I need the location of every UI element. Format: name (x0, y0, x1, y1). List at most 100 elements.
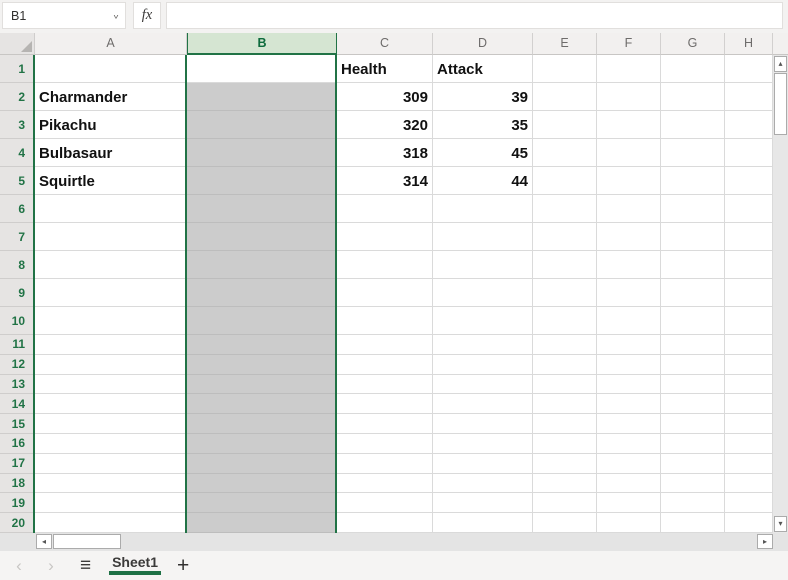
cell-D3[interactable]: 35 (433, 111, 533, 139)
cell-G5[interactable] (661, 167, 725, 195)
cell-C7[interactable] (337, 223, 433, 251)
row-header-15[interactable]: 15 (0, 414, 35, 434)
cell-A20[interactable] (35, 513, 187, 533)
cell-B6[interactable] (187, 195, 337, 223)
row-header-18[interactable]: 18 (0, 474, 35, 494)
cell-G17[interactable] (661, 454, 725, 474)
column-header-A[interactable]: A (35, 33, 187, 55)
cell-H2[interactable] (725, 83, 773, 111)
name-box[interactable]: B1 v (2, 2, 126, 29)
cell-F13[interactable] (597, 375, 661, 395)
row-header-3[interactable]: 3 (0, 111, 35, 139)
row-header-20[interactable]: 20 (0, 513, 35, 533)
cell-D7[interactable] (433, 223, 533, 251)
row-header-4[interactable]: 4 (0, 139, 35, 167)
cell-A3[interactable]: Pikachu (35, 111, 187, 139)
cell-E1[interactable] (533, 55, 597, 83)
cell-F19[interactable] (597, 493, 661, 513)
row-header-5[interactable]: 5 (0, 167, 35, 195)
cell-D4[interactable]: 45 (433, 139, 533, 167)
cell-E2[interactable] (533, 83, 597, 111)
sheet-list-menu-button[interactable]: ≡ (80, 556, 91, 575)
cell-A18[interactable] (35, 474, 187, 494)
cell-B3[interactable] (187, 111, 337, 139)
cell-B4[interactable] (187, 139, 337, 167)
cell-B5[interactable] (187, 167, 337, 195)
row-header-14[interactable]: 14 (0, 394, 35, 414)
cell-C13[interactable] (337, 375, 433, 395)
cell-F17[interactable] (597, 454, 661, 474)
cell-E12[interactable] (533, 355, 597, 375)
cell-H6[interactable] (725, 195, 773, 223)
cell-D14[interactable] (433, 394, 533, 414)
cell-E16[interactable] (533, 434, 597, 454)
cell-B17[interactable] (187, 454, 337, 474)
column-header-F[interactable]: F (597, 33, 661, 55)
cell-G19[interactable] (661, 493, 725, 513)
cell-A13[interactable] (35, 375, 187, 395)
cell-F10[interactable] (597, 307, 661, 335)
cell-H10[interactable] (725, 307, 773, 335)
cell-B8[interactable] (187, 251, 337, 279)
cell-E7[interactable] (533, 223, 597, 251)
cell-G15[interactable] (661, 414, 725, 434)
cell-C12[interactable] (337, 355, 433, 375)
cell-B2[interactable] (187, 83, 337, 111)
cell-H20[interactable] (725, 513, 773, 533)
cell-G2[interactable] (661, 83, 725, 111)
cell-B11[interactable] (187, 335, 337, 355)
cell-C19[interactable] (337, 493, 433, 513)
cell-C16[interactable] (337, 434, 433, 454)
cell-B1[interactable] (187, 55, 337, 83)
cell-G7[interactable] (661, 223, 725, 251)
insert-function-button[interactable]: fx (133, 2, 161, 29)
cell-C11[interactable] (337, 335, 433, 355)
cell-G10[interactable] (661, 307, 725, 335)
cell-D8[interactable] (433, 251, 533, 279)
cell-F18[interactable] (597, 474, 661, 494)
column-header-G[interactable]: G (661, 33, 725, 55)
cell-C1[interactable]: Health (337, 55, 433, 83)
formula-input[interactable] (166, 2, 783, 29)
cell-B18[interactable] (187, 474, 337, 494)
cell-G20[interactable] (661, 513, 725, 533)
vertical-scrollbar[interactable]: ▴ ▾ (773, 55, 788, 533)
cell-G9[interactable] (661, 279, 725, 307)
cell-B13[interactable] (187, 375, 337, 395)
cell-E13[interactable] (533, 375, 597, 395)
cell-D11[interactable] (433, 335, 533, 355)
cell-D19[interactable] (433, 493, 533, 513)
cell-D16[interactable] (433, 434, 533, 454)
cell-F14[interactable] (597, 394, 661, 414)
cell-F4[interactable] (597, 139, 661, 167)
cell-A16[interactable] (35, 434, 187, 454)
cell-A2[interactable]: Charmander (35, 83, 187, 111)
cell-H14[interactable] (725, 394, 773, 414)
cell-D17[interactable] (433, 454, 533, 474)
cell-D1[interactable]: Attack (433, 55, 533, 83)
cell-H15[interactable] (725, 414, 773, 434)
cell-F8[interactable] (597, 251, 661, 279)
cell-E5[interactable] (533, 167, 597, 195)
cell-H12[interactable] (725, 355, 773, 375)
cell-A17[interactable] (35, 454, 187, 474)
row-header-12[interactable]: 12 (0, 355, 35, 375)
next-sheet-button[interactable]: › (44, 557, 58, 574)
column-header-C[interactable]: C (337, 33, 433, 55)
cell-A1[interactable] (35, 55, 187, 83)
cell-B19[interactable] (187, 493, 337, 513)
cell-G16[interactable] (661, 434, 725, 454)
cell-B20[interactable] (187, 513, 337, 533)
cell-G11[interactable] (661, 335, 725, 355)
cell-F20[interactable] (597, 513, 661, 533)
cell-F2[interactable] (597, 83, 661, 111)
cell-E14[interactable] (533, 394, 597, 414)
cell-F11[interactable] (597, 335, 661, 355)
cell-C17[interactable] (337, 454, 433, 474)
row-header-17[interactable]: 17 (0, 454, 35, 474)
cell-C8[interactable] (337, 251, 433, 279)
cell-C2[interactable]: 309 (337, 83, 433, 111)
column-header-H[interactable]: H (725, 33, 773, 55)
scroll-up-button[interactable]: ▴ (774, 56, 787, 72)
cell-G1[interactable] (661, 55, 725, 83)
